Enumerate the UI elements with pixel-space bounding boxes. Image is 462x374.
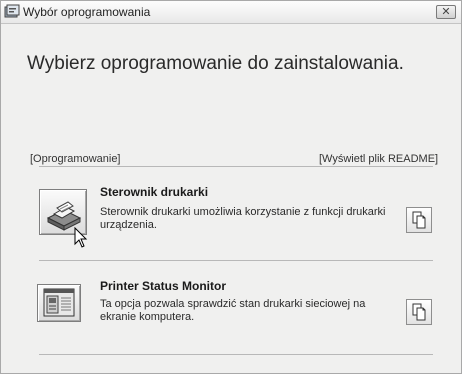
readme-button[interactable] xyxy=(406,207,432,233)
close-icon: ✕ xyxy=(441,6,451,18)
divider xyxy=(39,260,433,261)
window-title: Wybór oprogramowania xyxy=(23,5,151,19)
page-heading: Wybierz oprogramowanie do zainstalowania… xyxy=(27,53,404,74)
software-section-label: [Oprogramowanie] xyxy=(30,153,121,165)
status-monitor-icon xyxy=(43,288,75,317)
installer-window: Wybór oprogramowania ✕ Wybierz oprogramo… xyxy=(0,0,462,374)
divider xyxy=(39,354,433,355)
readme-section-label: [Wyświetl plik README] xyxy=(319,153,439,165)
divider xyxy=(39,166,433,167)
app-icon xyxy=(4,4,20,18)
close-button[interactable]: ✕ xyxy=(436,5,456,19)
title-bar[interactable]: Wybór oprogramowania ✕ xyxy=(1,1,461,24)
readme-button[interactable] xyxy=(406,299,432,325)
install-status-monitor-button[interactable] xyxy=(37,284,81,322)
document-icon xyxy=(412,211,426,229)
item-description: Ta opcja pozwala sprawdzić stan drukarki… xyxy=(100,298,366,323)
item-title: Printer Status Monitor xyxy=(100,279,227,293)
document-icon xyxy=(412,303,426,321)
mouse-cursor-icon xyxy=(74,227,88,248)
item-title: Sterownik drukarki xyxy=(100,185,209,199)
item-description: Sterownik drukarki umożliwia korzystanie… xyxy=(100,206,386,231)
